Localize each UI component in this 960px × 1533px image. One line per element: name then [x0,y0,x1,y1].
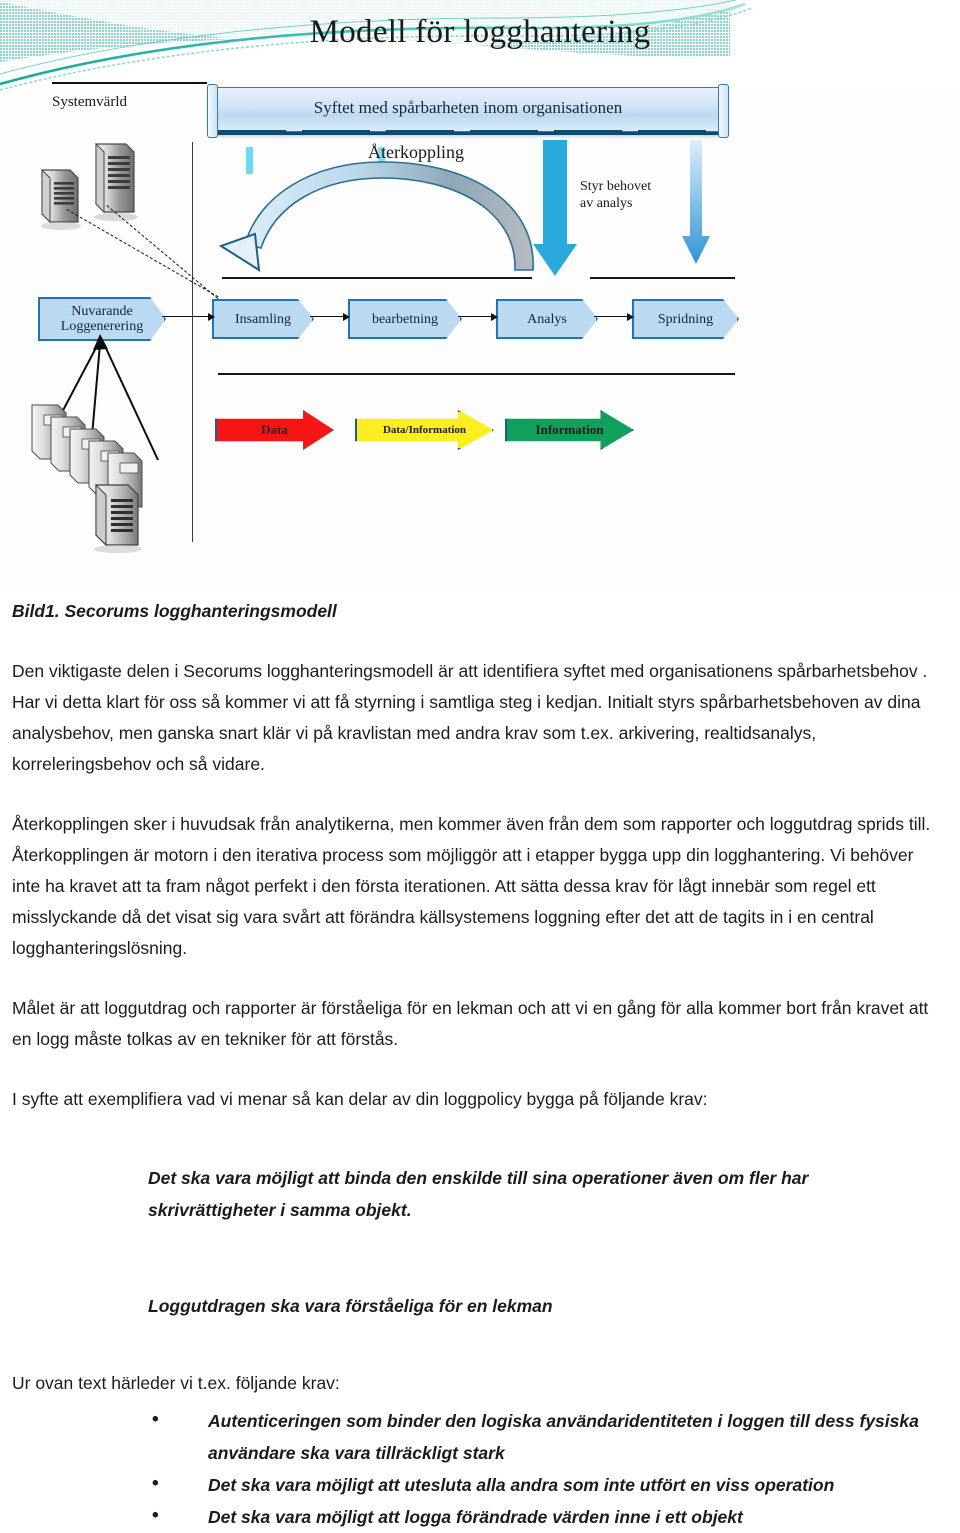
syftet-banner-label: Syftet med spårbarheten inom organisatio… [313,98,623,117]
paragraph-5: Ur ovan text härleder vi t.ex. följande … [12,1373,340,1393]
aterkoppling-arc-arrow [218,161,534,272]
server-icon [94,483,142,553]
page-title: Modell för logghantering [309,14,651,50]
server-icon-group-top [41,142,138,230]
quote-2: Loggutdragen ska vara förståeliga för en… [148,1295,553,1316]
divider-rule-bottom [218,373,735,375]
styr-behovet-down-arrow [533,140,577,276]
server-icon-stack [31,404,143,553]
banner-shadow-strip [218,130,718,135]
process-step-spridning[interactable]: Spridning [632,299,739,339]
data-arrow-data: Data [215,410,334,450]
data-arrow-data-information: Data/Information [355,410,494,450]
figure-caption: Bild1. Secorums logghanteringsmodell [12,601,337,621]
list-item: Det ska vara möjligt att logga förändrad… [152,1500,960,1533]
process-step-bearbetning[interactable]: bearbetning [348,299,462,339]
list-item: Autenticeringen som binder den logiska a… [152,1404,960,1469]
server-icon [94,142,138,221]
flow-connector-2 [310,313,350,321]
flow-connector-1 [162,313,215,321]
syftet-banner-shape: Syftet med spårbarheten inom organisatio… [207,84,729,138]
aterkoppling-label: Återkoppling [368,142,464,162]
list-item: Det ska vara möjligt att utesluta alla a… [152,1468,960,1501]
systemvarld-rule [52,82,207,84]
krav-list: Autenticeringen som binder den logiska a… [0,1404,960,1533]
flow-connector-4 [594,313,634,321]
spridning-down-arrow [682,140,710,264]
paragraph-1: Den viktigaste delen i Secorums logghant… [12,661,928,774]
divider-rule-top-right [590,277,735,279]
paragraph-4: I syfte att exemplifiera vad vi menar så… [12,1089,708,1109]
paragraph-2: Återkopplingen sker i huvudsak från anal… [12,814,931,958]
article-body: Bild1. Secorums logghanteringsmodell Den… [0,596,960,1533]
styr-behovet-label: Styr behovet av analys [580,179,652,211]
header-banner: Modell för logghantering [0,0,960,92]
server-icon [41,168,81,230]
quote-1: Det ska vara möjligt att binda den enski… [148,1167,809,1220]
data-arrow-information: Information [505,410,634,450]
systemvarld-label: Systemvärld [52,94,127,110]
flow-connector-3 [458,313,498,321]
world-divider-line [192,142,193,542]
logghantering-diagram: Systemvärld Syftet med spårbarheten inom… [0,82,960,587]
divider-rule-top-left [222,277,532,279]
paragraph-3: Målet är att loggutdrag och rapporter är… [12,998,929,1049]
process-step-insamling[interactable]: Insamling [212,299,314,339]
process-step-analys[interactable]: Analys [496,299,598,339]
